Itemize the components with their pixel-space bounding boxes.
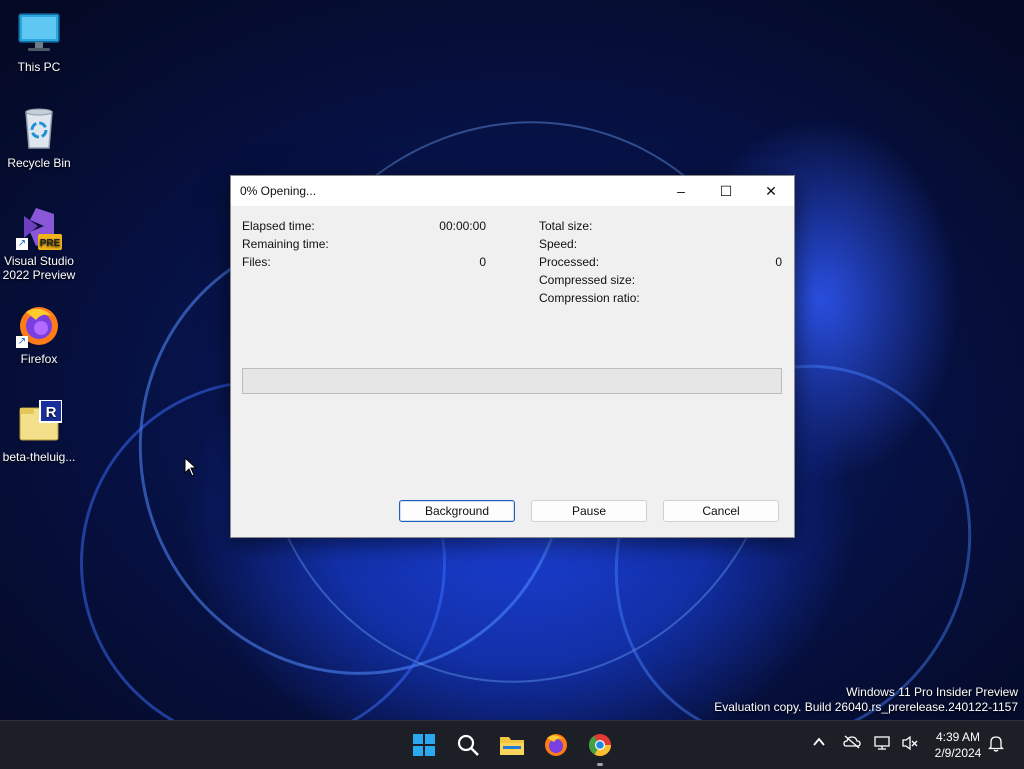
dialog-title: 0% Opening... — [240, 184, 317, 198]
rar-badge: R — [46, 404, 57, 421]
progress-bar — [242, 368, 782, 394]
cancel-button[interactable]: Cancel — [663, 500, 779, 522]
windows-start-button[interactable] — [408, 729, 440, 761]
show-hidden-icons-button[interactable] — [812, 735, 826, 752]
search-button[interactable] — [452, 729, 484, 761]
firefox-taskbar-button[interactable] — [540, 729, 572, 761]
running-indicator — [597, 763, 603, 766]
pause-button[interactable]: Pause — [531, 500, 647, 522]
remaining-time-label: Remaining time: — [242, 237, 329, 251]
shortcut-arrow-icon: ↗ — [16, 336, 28, 348]
mouse-cursor-icon — [184, 456, 198, 482]
maximize-button[interactable]: ☐ — [703, 176, 749, 206]
minimize-button[interactable]: – — [658, 176, 704, 206]
onedrive-tray-button[interactable] — [843, 735, 861, 752]
processed-value: 0 — [775, 255, 782, 269]
visual-studio-icon: PRE ↗ — [16, 204, 62, 250]
speed-label: Speed: — [539, 237, 578, 251]
extraction-progress-dialog: 0% Opening... – ☐ ✕ Elapsed time: 00:00:… — [230, 175, 795, 538]
windows-start-icon — [413, 734, 435, 756]
firefox-icon: ↗ — [16, 302, 62, 348]
volume-tray-button[interactable] — [901, 735, 919, 754]
desktop-icon-label: This PC — [17, 60, 61, 74]
watermark-line: Evaluation copy. Build 26040.rs_prerelea… — [714, 700, 1018, 714]
compression-ratio-label: Compression ratio: — [539, 291, 640, 305]
search-icon — [457, 734, 479, 756]
network-icon — [874, 736, 890, 750]
total-size-label: Total size: — [539, 219, 593, 233]
pre-badge: PRE — [40, 238, 61, 249]
desktop-icon-visual-studio[interactable]: PRE ↗ Visual Studio 2022 Preview — [0, 204, 78, 282]
processed-label: Processed: — [539, 255, 600, 269]
maximize-icon: ☐ — [719, 182, 733, 199]
notifications-button[interactable] — [987, 734, 1005, 755]
onedrive-icon — [843, 735, 861, 749]
close-button[interactable]: ✕ — [748, 176, 794, 206]
background-button[interactable]: Background — [399, 500, 515, 522]
minimize-icon: – — [677, 183, 685, 199]
compressed-size-label: Compressed size: — [539, 273, 636, 287]
chrome-taskbar-button[interactable] — [584, 729, 616, 766]
elapsed-time-label: Elapsed time: — [242, 219, 315, 233]
desktop-icon-recycle-bin[interactable]: Recycle Bin — [0, 106, 78, 170]
watermark-line: Windows 11 Pro Insider Preview — [846, 685, 1018, 699]
file-explorer-button[interactable] — [496, 729, 528, 761]
desktop-icon-label: Firefox — [20, 352, 58, 366]
files-label: Files: — [242, 255, 271, 269]
close-icon: ✕ — [765, 182, 777, 199]
desktop-icon-firefox[interactable]: ↗ Firefox — [0, 302, 78, 366]
archive-icon: R — [16, 399, 63, 446]
file-explorer-icon — [500, 737, 524, 755]
evaluation-watermark: Windows 11 Pro Insider Preview Evaluatio… — [714, 685, 1018, 715]
elapsed-time-value: 00:00:00 — [439, 219, 486, 233]
desktop-icon-label: Visual Studio 2022 Preview — [2, 254, 76, 282]
chevron-up-icon — [813, 737, 825, 746]
clock-date: 2/9/2024 — [934, 746, 982, 760]
bell-icon — [987, 736, 1005, 752]
desktop-icon-this-pc[interactable]: This PC — [0, 10, 78, 74]
volume-muted-icon — [902, 735, 918, 751]
clock-time: 4:39 AM — [935, 730, 981, 744]
files-value: 0 — [479, 255, 486, 269]
system-clock[interactable]: 4:39 AM 2/9/2024 — [925, 729, 991, 761]
dialog-titlebar[interactable]: 0% Opening... – ☐ ✕ — [231, 176, 794, 206]
taskbar: 4:39 AM 2/9/2024 — [0, 720, 1024, 769]
recycle-bin-icon — [16, 106, 62, 152]
chrome-icon — [589, 734, 611, 756]
shortcut-arrow-icon: ↗ — [16, 238, 28, 250]
desktop-icon-archive[interactable]: R beta-theluig... — [0, 399, 78, 464]
network-tray-button[interactable] — [874, 735, 892, 754]
desktop-icon-label: Recycle Bin — [7, 156, 71, 170]
firefox-icon — [545, 734, 567, 756]
monitor-icon — [16, 10, 62, 56]
desktop-icon-label: beta-theluig... — [2, 450, 76, 464]
